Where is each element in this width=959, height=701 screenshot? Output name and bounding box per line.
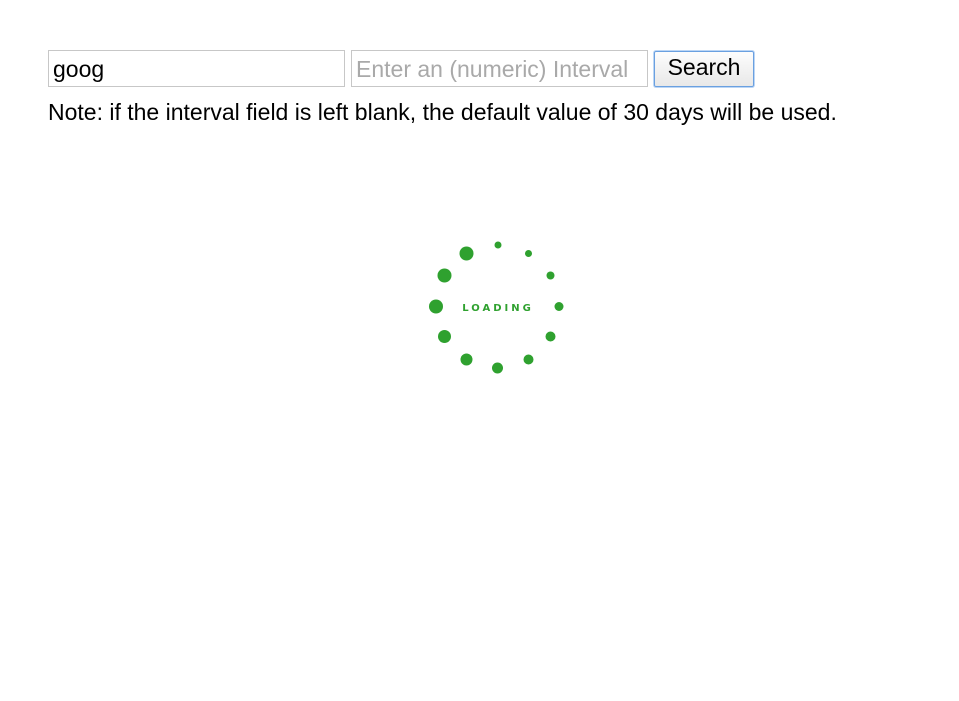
- search-button[interactable]: Search: [654, 51, 754, 87]
- loading-spinner-icon: LOADING: [429, 241, 564, 374]
- spinner-dot: [438, 330, 451, 343]
- spinner-dot: [460, 353, 473, 366]
- spinner-dot: [523, 354, 534, 365]
- loading-label: LOADING: [462, 303, 534, 314]
- spinner-dot: [459, 246, 474, 261]
- spinner-dot: [437, 268, 452, 283]
- spinner-dot: [554, 302, 564, 311]
- spinner-dot: [545, 331, 556, 342]
- spinner-dot: [492, 362, 503, 374]
- interval-note: Note: if the interval field is left blan…: [48, 99, 837, 125]
- spinner-dot: [429, 299, 443, 314]
- loading-spinner: LOADING: [427, 237, 567, 377]
- ticker-input[interactable]: [48, 50, 345, 87]
- spinner-dot: [525, 250, 532, 257]
- spinner-dot: [494, 241, 502, 249]
- spinner-dot: [546, 271, 555, 280]
- interval-input[interactable]: [351, 50, 648, 87]
